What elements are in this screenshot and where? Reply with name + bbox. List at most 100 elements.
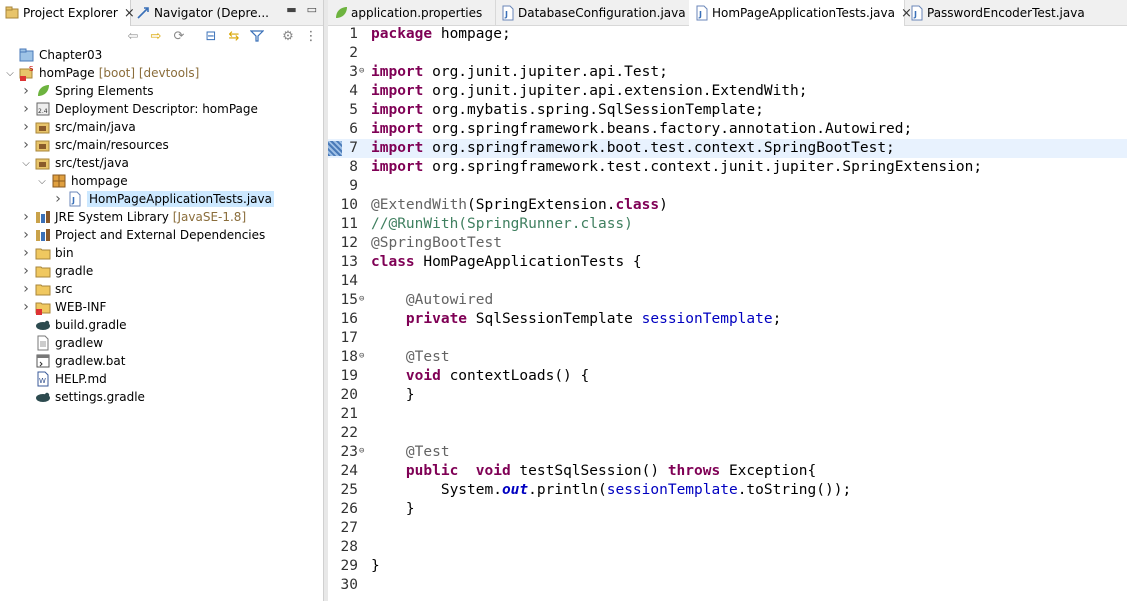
link-editor-icon[interactable]: ⇆: [226, 28, 242, 44]
code-line[interactable]: 21: [328, 405, 1127, 424]
code-line[interactable]: 17: [328, 329, 1127, 348]
fold-collapse-icon[interactable]: ⊖: [359, 348, 364, 364]
sync-icon[interactable]: ⟳: [171, 28, 187, 44]
chevron-down-icon[interactable]: ⌵: [20, 157, 32, 169]
tree-item-label: gradle: [55, 264, 94, 278]
code-line[interactable]: 19 void contextLoads() {: [328, 367, 1127, 386]
tree-item[interactable]: › gradle: [20, 262, 93, 280]
code-line[interactable]: 23 ⊖ @Test: [328, 443, 1127, 462]
tree-item[interactable]: W HELP.md: [20, 370, 107, 388]
tree-item-decoration: [boot] [devtools]: [98, 66, 200, 80]
tree-item[interactable]: ⌵ hompage: [36, 172, 127, 190]
code-line[interactable]: 15 ⊖ @Autowired: [328, 291, 1127, 310]
code-line[interactable]: 3 ⊖ import org.junit.jupiter.api.Test;: [328, 63, 1127, 82]
code-area[interactable]: 1 package hompage; 2 3 ⊖ import org.junit.jup…: [328, 25, 1127, 601]
fold-collapse-icon[interactable]: ⊖: [359, 443, 364, 459]
tab-navigator[interactable]: Navigator (Depre...: [131, 0, 271, 25]
code-line[interactable]: 1 package hompage;: [328, 25, 1127, 44]
back-arrow-icon[interactable]: ⇦: [125, 28, 141, 44]
tree-item[interactable]: › JRE System Library [JavaSE-1.8]: [20, 208, 246, 226]
chevron-right-icon[interactable]: ›: [20, 263, 32, 279]
tree-item[interactable]: gradlew: [20, 334, 103, 352]
collapse-all-icon[interactable]: ⊟: [203, 28, 219, 44]
tree-item[interactable]: › Project and External Dependencies: [20, 226, 265, 244]
tab-project-explorer[interactable]: Project Explorer ×: [0, 0, 135, 26]
code-line[interactable]: 28: [328, 538, 1127, 557]
code-line[interactable]: 24 public void testSqlSession() throws E…: [328, 462, 1127, 481]
chevron-right-icon[interactable]: ›: [20, 137, 32, 153]
tree-item[interactable]: › src: [20, 280, 72, 298]
code-line[interactable]: 22: [328, 424, 1127, 443]
code-line[interactable]: 10 @ExtendWith(SpringExtension.class): [328, 196, 1127, 215]
tree-item[interactable]: ⌵ ShomPage [boot] [devtools]: [4, 64, 199, 82]
code-line[interactable]: 26 }: [328, 500, 1127, 519]
code-line[interactable]: 9: [328, 177, 1127, 196]
tree-item-label: Deployment Descriptor: homPage: [55, 102, 258, 116]
java-file-icon: J: [694, 5, 708, 21]
code-line[interactable]: 11 //@RunWith(SpringRunner.class): [328, 215, 1127, 234]
tree-item[interactable]: gradlew.bat: [20, 352, 125, 370]
code-editor: application.properties J DatabaseConfigura…: [328, 0, 1127, 601]
code-line[interactable]: 30: [328, 576, 1127, 595]
chevron-right-icon[interactable]: ›: [20, 281, 32, 297]
fold-collapse-icon[interactable]: ⊖: [359, 291, 364, 307]
tree-item-label: Spring Elements: [55, 84, 154, 98]
code-line[interactable]: 5 import org.mybatis.spring.SqlSessionTem…: [328, 101, 1127, 120]
view-options-icon[interactable]: ⚙: [280, 28, 296, 44]
chevron-right-icon[interactable]: ›: [20, 83, 32, 99]
code-token: org.mybatis.spring.SqlSessionTemplate;: [432, 102, 764, 118]
chevron-right-icon[interactable]: ›: [20, 245, 32, 261]
java-file-icon: J: [500, 5, 514, 20]
tree-item[interactable]: › src/main/resources: [20, 136, 169, 154]
source-folder-icon: [35, 137, 51, 153]
chevron-right-icon[interactable]: ›: [20, 209, 32, 225]
forward-arrow-icon[interactable]: ⇨: [148, 28, 164, 44]
tree-item[interactable]: ⌵ src/test/java: [20, 154, 129, 172]
chevron-right-icon[interactable]: ›: [20, 101, 32, 117]
tree-item[interactable]: › Spring Elements: [20, 82, 153, 100]
maximize-icon[interactable]: ▭: [307, 3, 317, 16]
chevron-right-icon[interactable]: ›: [20, 119, 32, 135]
code-line[interactable]: 4 import org.junit.jupiter.api.extension.…: [328, 82, 1127, 101]
code-line[interactable]: 16 private SqlSessionTemplate sessionTem…: [328, 310, 1127, 329]
code-text: public void testSqlSession() throws Exce…: [371, 462, 816, 481]
tree-item[interactable]: › J HomPageApplicationTests.java: [52, 190, 274, 208]
code-line[interactable]: 27: [328, 519, 1127, 538]
tree-item[interactable]: › 2.4 Deployment Descriptor: homPage: [20, 100, 258, 118]
code-line[interactable]: 14: [328, 272, 1127, 291]
code-line[interactable]: 2: [328, 44, 1127, 63]
code-line[interactable]: 13 class HomPageApplicationTests {: [328, 253, 1127, 272]
tree-item[interactable]: › bin: [20, 244, 73, 262]
code-text: @ExtendWith(SpringExtension.class): [371, 196, 668, 215]
view-menu-icon[interactable]: ⋮: [303, 28, 319, 44]
code-token: void: [405, 368, 441, 384]
code-line[interactable]: 20 }: [328, 386, 1127, 405]
tree-item[interactable]: settings.gradle: [20, 388, 145, 406]
chevron-right-icon[interactable]: ›: [52, 191, 64, 207]
code-line[interactable]: 6 import org.springframework.beans.factor…: [328, 120, 1127, 139]
filter-icon[interactable]: [249, 28, 265, 44]
minimize-icon[interactable]: ▬: [286, 3, 296, 16]
editor-tab[interactable]: J DatabaseConfiguration.java: [495, 0, 690, 25]
editor-tab[interactable]: J HomPageApplicationTests.java ×: [689, 0, 912, 26]
code-line[interactable]: 8 import org.springframework.test.context…: [328, 158, 1127, 177]
editor-tab[interactable]: J PasswordEncoderTest.java: [904, 0, 1127, 25]
chevron-down-icon[interactable]: ⌵: [36, 175, 48, 187]
editor-tab[interactable]: application.properties: [328, 0, 496, 25]
code-line[interactable]: 25 System.out.println(sessionTemplate.to…: [328, 481, 1127, 500]
chevron-down-icon[interactable]: ⌵: [4, 67, 16, 79]
svg-text:J: J: [698, 10, 702, 19]
tree-item[interactable]: Chapter03: [4, 46, 102, 64]
chevron-right-icon[interactable]: ›: [20, 299, 32, 315]
code-line[interactable]: 7 import org.springframework.boot.test.co…: [328, 139, 1127, 158]
code-line[interactable]: 12 @SpringBootTest: [328, 234, 1127, 253]
tree-item[interactable]: › WEB-INF: [20, 298, 106, 316]
tree-item[interactable]: › src/main/java: [20, 118, 136, 136]
chevron-right-icon[interactable]: ›: [20, 227, 32, 243]
code-line[interactable]: 18 ⊖ @Test: [328, 348, 1127, 367]
tree-item[interactable]: build.gradle: [20, 316, 127, 334]
fold-collapse-icon[interactable]: ⊖: [359, 63, 364, 79]
code-line[interactable]: 29}: [328, 557, 1127, 576]
code-text: //@RunWith(SpringRunner.class): [371, 215, 633, 234]
